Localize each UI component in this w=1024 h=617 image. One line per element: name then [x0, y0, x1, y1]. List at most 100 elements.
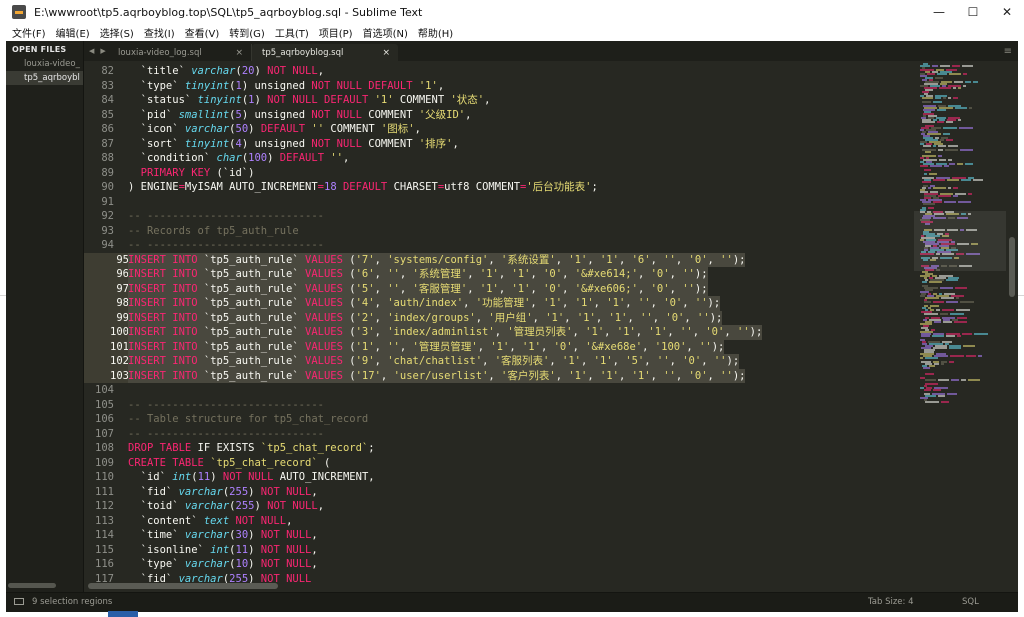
minimap-stroke [937, 121, 944, 123]
tab-close-icon[interactable]: × [235, 48, 243, 58]
code-line[interactable]: 98 INSERT INTO `tp5_auth_rule` VALUES ('4… [84, 296, 914, 311]
code-token: int [172, 471, 192, 483]
code-token: ( [342, 268, 356, 280]
code-token: '1' [479, 282, 499, 295]
tab-louxia-video-log[interactable]: louxia-video_log.sql × [108, 44, 252, 61]
code-token: '0' [688, 253, 708, 266]
code-token: INSERT INTO [128, 282, 198, 295]
code-line[interactable]: 107 -- ---------------------------- [84, 427, 914, 442]
code-line[interactable]: 113 `content` text NOT NULL, [84, 514, 914, 529]
code-line[interactable]: 116 `type` varchar(10) NOT NULL, [84, 557, 914, 572]
code-line[interactable]: 82 `title` varchar(20) NOT NULL, [84, 64, 914, 79]
tab-tp5-aqrboyblog[interactable]: tp5_aqrboyblog.sql × [252, 44, 398, 61]
code-line[interactable]: 83 `type` tinyint(1) unsigned NOT NULL D… [84, 79, 914, 94]
code-token: '' [680, 326, 693, 338]
code-line[interactable]: 100 INSERT INTO `tp5_auth_rule` VALUES ('… [84, 325, 914, 340]
code-line[interactable]: 95 INSERT INTO `tp5_auth_rule` VALUES ('7… [84, 252, 914, 267]
tab-size-indicator[interactable]: Tab Size: 4 [868, 597, 914, 607]
code-token: , [494, 326, 508, 338]
horizontal-scrollbar[interactable] [84, 579, 914, 592]
minimap-stroke [922, 281, 927, 283]
code-line[interactable]: 88 `condition` char(100) DEFAULT '', [84, 151, 914, 166]
code-line[interactable]: 111 `fid` varchar(255) NOT NULL, [84, 485, 914, 500]
minimap[interactable] [914, 61, 1006, 592]
code-line[interactable]: 112 `toid` varchar(255) NOT NULL, [84, 499, 914, 514]
code-token: , [498, 268, 512, 280]
code-line[interactable]: 106 -- Table structure for tp5_chat_recor… [84, 412, 914, 427]
code-token: , [286, 514, 293, 527]
minimap-stroke [957, 163, 963, 165]
code-line[interactable]: 86 `icon` varchar(50) DEFAULT '' COMMENT… [84, 122, 914, 137]
code-token: varchar [191, 65, 236, 77]
code-line[interactable]: 91 [84, 195, 914, 210]
menu-preferences[interactable]: 首选项(N) [358, 25, 413, 40]
code-line[interactable]: 89 PRIMARY KEY (`id`) [84, 166, 914, 181]
close-button[interactable]: ✕ [990, 0, 1024, 24]
code-line[interactable]: 96 INSERT INTO `tp5_auth_rule` VALUES ('6… [84, 267, 914, 282]
code-line[interactable]: 85 `pid` smallint(5) unsigned NOT NULL C… [84, 108, 914, 123]
code-line[interactable]: 84 `status` tinyint(1) NOT NULL DEFAULT … [84, 93, 914, 108]
code-line[interactable]: 115 `isonline` int(11) NOT NULL, [84, 543, 914, 558]
menu-edit[interactable]: 编辑(E) [51, 25, 95, 40]
code-token: , [399, 282, 413, 295]
code-line[interactable]: 99 INSERT INTO `tp5_auth_rule` VALUES ('2… [84, 310, 914, 325]
code-token: VALUES [305, 311, 343, 324]
code-line[interactable]: 97 INSERT INTO `tp5_auth_rule` VALUES ('5… [84, 281, 914, 296]
code-editor[interactable]: 82 `title` varchar(20) NOT NULL, 83 `type… [84, 61, 914, 592]
code-token: '1' [490, 340, 510, 353]
code-token: `tp5_chat_record` [210, 456, 318, 469]
panel-toggle-icon[interactable] [14, 598, 24, 605]
code-token: '' [713, 355, 727, 367]
horizontal-scroll-thumb[interactable] [88, 583, 278, 589]
code-line[interactable]: 87 `sort` tinyint(4) unsigned NOT NULL C… [84, 137, 914, 152]
sidebar-scrollbar[interactable] [8, 583, 56, 588]
line-number: 111 [95, 485, 114, 498]
code-text: INSERT INTO `tp5_auth_rule` VALUES ('6',… [128, 267, 708, 282]
code-token: ( [342, 369, 356, 382]
code-token: `tp5_auth_rule` [197, 369, 306, 382]
menu-help[interactable]: 帮助(H) [413, 25, 458, 40]
code-line[interactable]: 110 `id` int(11) NOT NULL AUTO_INCREMENT… [84, 470, 914, 485]
code-line[interactable]: 90) ENGINE=MyISAM AUTO_INCREMENT=18 DEFA… [84, 180, 914, 195]
code-line[interactable]: 114 `time` varchar(30) NOT NULL, [84, 528, 914, 543]
vertical-scroll-thumb[interactable] [1009, 237, 1015, 297]
tab-menu-icon[interactable]: ≡ [1004, 46, 1012, 57]
code-token: , [374, 282, 388, 295]
menu-find[interactable]: 查找(I) [139, 25, 180, 40]
minimize-button[interactable]: — [922, 0, 956, 24]
sidebar-file-louxia[interactable]: louxia-video_ [6, 57, 83, 71]
tab-back-icon[interactable]: ◀ [86, 47, 97, 55]
minimap-viewport[interactable] [914, 211, 1006, 271]
menu-goto[interactable]: 转到(G) [224, 25, 270, 40]
code-token: '1' [511, 282, 531, 295]
code-line[interactable]: 102 INSERT INTO `tp5_auth_rule` VALUES ('… [84, 354, 914, 369]
code-line[interactable]: 94 -- ---------------------------- [84, 238, 914, 253]
sidebar-file-tp5[interactable]: tp5_aqrboybl [6, 71, 83, 85]
line-number: 93 [101, 224, 114, 237]
menu-file[interactable]: 文件(F) [0, 25, 51, 40]
code-token: , [595, 311, 609, 324]
menu-view[interactable]: 查看(V) [180, 25, 225, 40]
code-line[interactable]: 108 DROP TABLE IF EXISTS `tp5_chat_record… [84, 441, 914, 456]
line-number: 92 [101, 210, 114, 222]
tab-close-icon[interactable]: × [382, 48, 390, 58]
code-line[interactable]: 104 [84, 383, 914, 398]
code-token: `tp5_auth_rule` [197, 340, 306, 353]
code-token: , [604, 326, 617, 338]
code-token: , [682, 297, 695, 309]
maximize-button[interactable]: ☐ [956, 0, 990, 24]
menu-project[interactable]: 项目(P) [314, 25, 358, 40]
minimap-stroke [941, 401, 949, 403]
code-line[interactable]: 109 CREATE TABLE `tp5_chat_record` ( [84, 456, 914, 471]
vertical-scrollbar[interactable] [1007, 61, 1018, 592]
code-token: '1' [599, 369, 619, 382]
syntax-indicator[interactable]: SQL [962, 597, 979, 607]
code-line[interactable]: 105 -- ---------------------------- [84, 398, 914, 413]
menu-selection[interactable]: 选择(S) [95, 25, 139, 40]
code-line[interactable]: 93 -- Records of tp5_auth_rule [84, 224, 914, 239]
code-line[interactable]: 101 INSERT INTO `tp5_auth_rule` VALUES ('… [84, 339, 914, 354]
code-line[interactable]: 92 -- ---------------------------- [84, 209, 914, 224]
code-token: ) unsigned [241, 79, 312, 92]
menu-tools[interactable]: 工具(T) [270, 25, 314, 40]
code-line[interactable]: 103 INSERT INTO `tp5_auth_rule` VALUES ('… [84, 368, 914, 383]
